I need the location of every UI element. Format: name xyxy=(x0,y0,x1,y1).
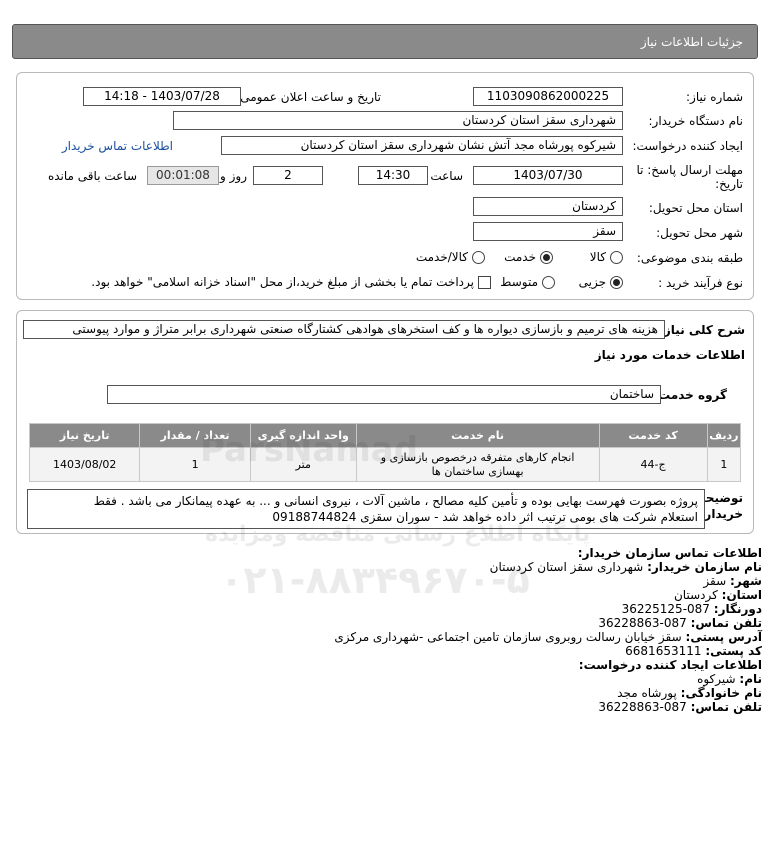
table-header-row: ردیف کد خدمت نام خدمت واحد اندازه گیری ت… xyxy=(28,423,742,448)
table-row: 1 ج-44 انجام کارهای متفرقه درخصوص بازساز… xyxy=(28,447,742,482)
group-label: گروه خدمت: xyxy=(653,388,727,402)
cell-name: انجام کارهای متفرقه درخصوص بازسازی و بهس… xyxy=(355,447,600,482)
payment-checkbox[interactable] xyxy=(478,275,491,289)
category-option-service[interactable]: خدمت xyxy=(504,250,553,264)
process-medium-radio[interactable] xyxy=(542,275,555,289)
creator-phone: تلفن تماس: 087-36228863 xyxy=(598,700,762,714)
cell-date: 1403/08/02 xyxy=(28,447,141,482)
days-field: 2 xyxy=(253,166,323,185)
buyer-contact-link[interactable]: اطلاعات تماس خریدار xyxy=(62,139,173,153)
category-both-radio[interactable] xyxy=(472,250,485,264)
col-code: کد خدمت xyxy=(598,423,708,448)
page-header: جزئیات اطلاعات نیاز xyxy=(12,24,758,59)
remaining-label: ساعت باقی مانده xyxy=(47,169,137,183)
process-label: نوع فرآیند خرید : xyxy=(658,276,743,290)
cell-quantity: 1 xyxy=(139,447,251,482)
services-table: ردیف کد خدمت نام خدمت واحد اندازه گیری ت… xyxy=(28,423,742,482)
buyer-org-field: شهرداری سقز استان کردستان xyxy=(173,111,623,130)
watermark-phone: ۰۲۱-۸۸۳۴۹۶۷۰-۵ xyxy=(220,558,530,602)
cell-row: 1 xyxy=(706,447,742,482)
process-minor-radio[interactable] xyxy=(610,275,623,289)
category-option-goods[interactable]: کالا xyxy=(590,250,623,264)
summary-field: هزینه های ترمیم و بازسازی دیواره ها و کف… xyxy=(23,320,665,339)
contact-fax: دورنگار: 087-36225125 xyxy=(621,602,762,616)
process-option-minor[interactable]: جزیی xyxy=(579,275,623,289)
category-both-label: کالا/خدمت xyxy=(415,250,468,264)
cell-code: ج-44 xyxy=(598,447,708,482)
contact-province: استان: کردستان xyxy=(673,588,762,602)
col-name: نام خدمت xyxy=(355,423,600,448)
time-label: ساعت xyxy=(430,169,463,183)
process-minor-label: جزیی xyxy=(578,275,606,289)
creator-last-name: نام خانوادگی: پورشاه مجد xyxy=(617,686,762,700)
announce-label: تاریخ و ساعت اعلان عمومی: xyxy=(236,90,381,104)
category-goods-label: کالا xyxy=(589,250,606,264)
contact-phone: تلفن تماس: 087-36228863 xyxy=(598,616,762,630)
category-service-radio[interactable] xyxy=(540,250,553,264)
creator-field: شیرکوه پورشاه مجد آتش نشان شهرداری سقز ا… xyxy=(221,136,623,155)
category-label: طبقه بندی موضوعی: xyxy=(636,251,743,265)
days-label: روز و xyxy=(220,169,247,183)
contact-org-name: نام سازمان خریدار: شهرداری سقز استان کرد… xyxy=(489,560,762,574)
contact-postal: کد پستی: 6681653111 xyxy=(625,644,762,658)
col-unit: واحد اندازه گیری xyxy=(249,423,357,448)
buyer-desc-line-1: پروژه بصورت فهرست بهایی بوده و تأمین کلی… xyxy=(93,494,698,508)
page-title: جزئیات اطلاعات نیاز xyxy=(640,35,743,49)
summary-label: شرح کلی نیاز: xyxy=(659,323,745,337)
category-option-both[interactable]: کالا/خدمت xyxy=(416,250,485,264)
city-field: سقز xyxy=(473,222,623,241)
remaining-time-field: 00:01:08 xyxy=(147,166,219,185)
col-quantity: تعداد / مقدار xyxy=(139,423,251,448)
contact-address: آدرس پستی: سقز خیابان رسالت روبروی سازما… xyxy=(334,630,762,644)
cell-unit: متر xyxy=(249,447,357,482)
creator-first-name: نام: شیرکوه xyxy=(697,672,762,686)
process-medium-label: متوسط xyxy=(500,275,538,289)
deadline-time-field: 14:30 xyxy=(358,166,428,185)
payment-note: پرداخت تمام یا بخشی از مبلغ خرید،از محل … xyxy=(91,275,474,289)
deadline-date-label: تاریخ: xyxy=(715,177,743,191)
creator-label: ایجاد کننده درخواست: xyxy=(632,139,743,153)
creator-title: اطلاعات ایجاد کننده درخواست: xyxy=(578,658,762,672)
announce-field: 1403/07/28 - 14:18 xyxy=(83,87,241,106)
col-date: تاریخ نیاز xyxy=(28,423,141,448)
buyer-desc-line-2: استعلام شرکت های بومی ترتیب اثر داده خوا… xyxy=(272,510,698,524)
need-description-panel: شرح کلی نیاز: هزینه های ترمیم و بازسازی … xyxy=(16,310,754,534)
process-option-medium[interactable]: متوسط xyxy=(500,275,555,289)
contact-org-title: اطلاعات تماس سازمان خریدار: xyxy=(577,546,762,560)
deadline-label: مهلت ارسال پاسخ: تا xyxy=(636,163,743,177)
contact-city: شهر: سقز xyxy=(703,574,762,588)
need-number-label: شماره نیاز: xyxy=(686,90,743,104)
need-number-field: 1103090862000225 xyxy=(473,87,623,106)
col-row: ردیف xyxy=(706,423,742,448)
payment-option[interactable]: پرداخت تمام یا بخشی از مبلغ خرید،از محل … xyxy=(91,275,491,289)
category-goods-radio[interactable] xyxy=(610,250,623,264)
category-service-label: خدمت xyxy=(504,250,536,264)
need-info-panel: شماره نیاز: 1103090862000225 تاریخ و ساع… xyxy=(16,72,754,300)
deadline-date-field: 1403/07/30 xyxy=(473,166,623,185)
buyer-desc-field: پروژه بصورت فهرست بهایی بوده و تأمین کلی… xyxy=(27,489,705,529)
group-field: ساختمان xyxy=(107,385,661,404)
services-title: اطلاعات خدمات مورد نیاز xyxy=(594,348,745,362)
province-label: استان محل تحویل: xyxy=(648,201,743,215)
buyer-desc-label-2: خریدار: xyxy=(699,507,743,521)
city-label: شهر محل تحویل: xyxy=(656,226,743,240)
buyer-org-label: نام دستگاه خریدار: xyxy=(648,114,744,128)
province-field: کردستان xyxy=(473,197,623,216)
